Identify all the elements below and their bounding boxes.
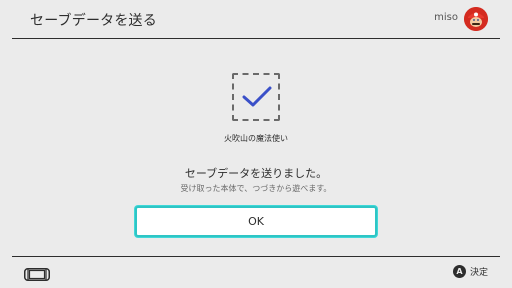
- header: セーブデータを送る miso: [0, 0, 512, 38]
- ok-button-label: OK: [248, 215, 264, 228]
- footer-confirm-action[interactable]: A 決定: [452, 265, 488, 278]
- switch-console-icon: [24, 266, 50, 281]
- username: miso: [434, 12, 458, 23]
- avatar[interactable]: [464, 7, 488, 31]
- game-name: 火吹山の魔法使い: [224, 134, 288, 143]
- a-button-icon: A: [452, 265, 466, 278]
- result-message: セーブデータを送りました。: [184, 167, 328, 180]
- check-icon: [242, 86, 272, 107]
- save-data-thumbnail: [232, 73, 280, 121]
- footer-divider: [12, 256, 500, 257]
- page-title: セーブデータを送る: [30, 13, 157, 29]
- confirm-label: 決定: [469, 268, 488, 278]
- header-divider: [12, 38, 500, 39]
- mario-avatar-icon: [464, 7, 488, 31]
- result-submessage: 受け取った本体で、つづきから遊べます。: [180, 184, 332, 193]
- ok-button[interactable]: OK: [135, 206, 377, 237]
- screen: セーブデータを送る miso 火吹山の魔法使い セーブデータを送りました。 受け…: [0, 0, 512, 288]
